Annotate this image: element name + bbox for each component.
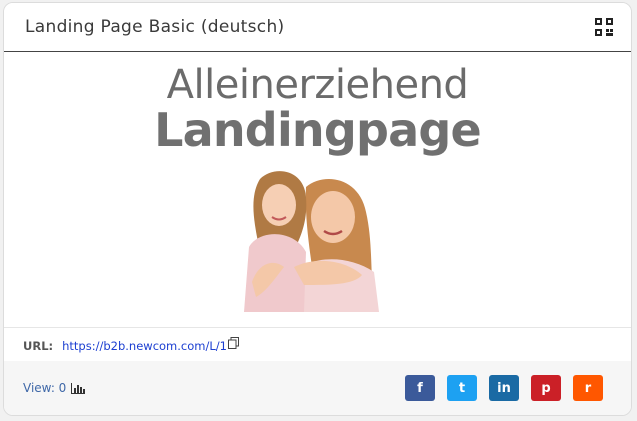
landing-page-url-link[interactable]: https://b2b.newcom.com/L/1 [62,339,227,353]
card-header: Landing Page Basic (deutsch) [4,3,631,52]
qr-code-icon[interactable] [593,16,615,38]
reddit-share-button[interactable]: r [573,375,603,401]
pinterest-icon: p [541,380,551,396]
share-buttons: f t in p r [405,375,603,401]
copy-icon[interactable] [227,337,239,349]
twitter-icon: t [458,380,466,396]
facebook-icon: f [417,380,423,396]
pinterest-share-button[interactable]: p [531,375,561,401]
bar-chart-icon [71,382,86,394]
landing-page-preview[interactable]: Alleinerziehend Landingpage [4,52,631,328]
url-label: URL: [23,339,54,353]
card-footer: View: 0 f t in p r [4,361,631,415]
facebook-share-button[interactable]: f [405,375,435,401]
card-title: Landing Page Basic (deutsch) [25,17,285,37]
views-label: View: 0 [23,381,67,395]
linkedin-share-button[interactable]: in [489,375,519,401]
url-row: URL: https://b2b.newcom.com/L/1 [4,328,631,364]
mother-and-daughter-photo [244,171,379,312]
preview-headline-top: Alleinerziehend [166,62,469,108]
linkedin-icon: in [497,380,511,396]
twitter-share-button[interactable]: t [447,375,477,401]
reddit-icon: r [584,380,592,396]
landing-page-card: Landing Page Basic (deutsch) Alleinerzie… [3,2,632,416]
preview-headline-main: Landingpage [154,103,482,157]
views-counter[interactable]: View: 0 [23,381,86,395]
